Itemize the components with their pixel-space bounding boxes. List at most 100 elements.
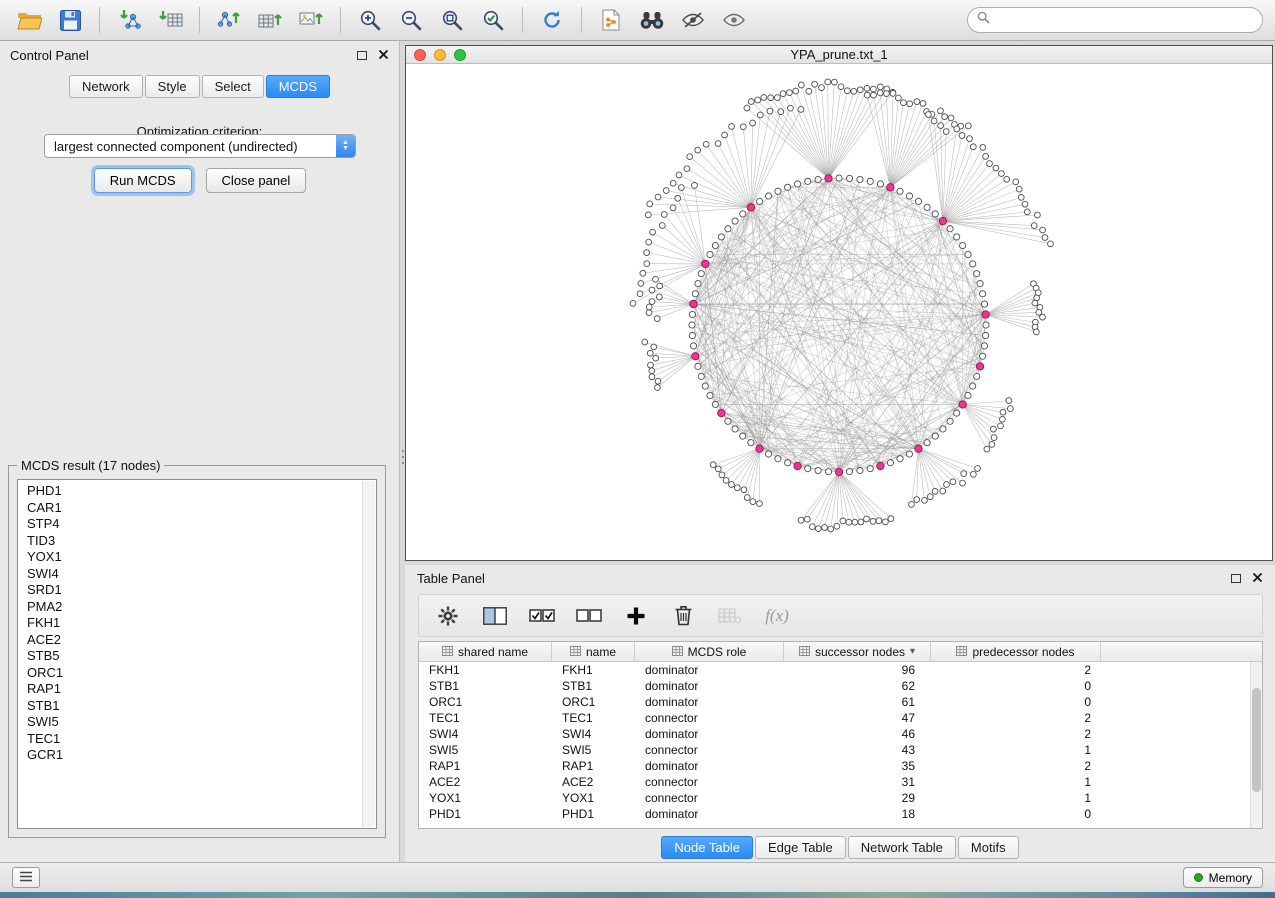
zoom-selected-button[interactable] (474, 3, 512, 37)
column-menu-arrow-icon[interactable]: ▾ (910, 646, 915, 657)
mcds-result-item[interactable]: RAP1 (27, 681, 376, 698)
mcds-result-item[interactable]: ORC1 (27, 665, 376, 682)
add-column-button[interactable] (621, 601, 651, 631)
column-header[interactable]: MCDS role ▾ (635, 642, 784, 661)
network-graph[interactable] (406, 65, 1272, 560)
status-menu-button[interactable] (12, 867, 40, 888)
mcds-result-item[interactable]: SRD1 (27, 582, 376, 599)
unchecked-boxes-icon (576, 606, 602, 626)
table-row[interactable]: ACE2 ACE2 connector 31 1 (419, 774, 1250, 790)
control-panel-tab[interactable]: Network (69, 75, 143, 98)
delete-column-button[interactable] (668, 601, 698, 631)
table-row[interactable]: RAP1 RAP1 dominator 35 2 (419, 758, 1250, 774)
control-panel-tab[interactable]: MCDS (266, 75, 330, 98)
result-list-scrollbar[interactable] (362, 481, 375, 827)
mcds-result-item[interactable]: STB1 (27, 698, 376, 715)
columns-icon (483, 607, 507, 625)
import-network-button[interactable] (110, 3, 148, 37)
show-columns-button[interactable] (480, 601, 510, 631)
table-scrollbar[interactable] (1250, 662, 1262, 828)
column-header[interactable]: name ▾ (552, 642, 635, 661)
column-header[interactable]: shared name ▾ (419, 642, 552, 661)
run-mcds-button[interactable]: Run MCDS (94, 168, 192, 193)
import-table-button[interactable] (151, 3, 189, 37)
mcds-result-item[interactable]: GCR1 (27, 747, 376, 764)
table-scrollbar-thumb[interactable] (1252, 688, 1261, 792)
criterion-select[interactable]: largest connected component (undirected)… (44, 134, 356, 158)
table-row[interactable]: STB1 STB1 dominator 62 0 (419, 678, 1250, 694)
zoom-fit-button[interactable] (433, 3, 471, 37)
control-panel-tab[interactable]: Select (202, 75, 264, 98)
refresh-view-button[interactable] (533, 3, 571, 37)
table-row[interactable]: ORC1 ORC1 dominator 61 0 (419, 694, 1250, 710)
table-panel-title: Table Panel (417, 571, 485, 586)
bird-eye-view-button[interactable] (715, 3, 753, 37)
binoculars-icon (639, 10, 665, 30)
export-table-button[interactable] (251, 3, 289, 37)
column-header[interactable]: predecessor nodes ▾ (931, 642, 1101, 661)
close-panel-icon[interactable] (378, 48, 389, 63)
table-row[interactable]: SWI5 SWI5 connector 43 1 (419, 742, 1250, 758)
graphics-details-button[interactable] (674, 3, 712, 37)
toolbar-separator (522, 7, 523, 33)
open-file-button[interactable] (10, 3, 48, 37)
maximize-window-icon[interactable] (454, 49, 466, 61)
mcds-result-item[interactable]: PHD1 (27, 483, 376, 500)
table-settings-button[interactable] (433, 601, 463, 631)
plus-icon (626, 606, 646, 626)
column-type-icon (672, 645, 683, 659)
table-row[interactable]: FKH1 FKH1 dominator 96 2 (419, 662, 1250, 678)
mcds-result-item[interactable]: STP4 (27, 516, 376, 533)
control-panel: Control Panel Network Style Select MCDS … (0, 41, 400, 862)
memory-button[interactable]: Memory (1183, 867, 1263, 888)
export-to-web-button[interactable] (592, 3, 630, 37)
select-all-rows-button[interactable] (527, 601, 557, 631)
zoom-out-button[interactable] (392, 3, 430, 37)
eye-icon (722, 11, 746, 29)
column-header[interactable]: successor nodes ▾ (784, 642, 931, 661)
table-row[interactable]: TEC1 TEC1 connector 47 2 (419, 710, 1250, 726)
save-session-button[interactable] (51, 3, 89, 37)
control-panel-title: Control Panel (10, 48, 89, 63)
mcds-result-item[interactable]: SWI4 (27, 566, 376, 583)
float-panel-icon[interactable] (1231, 574, 1241, 583)
deselect-all-rows-button[interactable] (574, 601, 604, 631)
close-window-icon[interactable] (414, 49, 426, 61)
find-button[interactable] (633, 3, 671, 37)
open-folder-icon (17, 10, 42, 30)
mcds-result-item[interactable]: PMA2 (27, 599, 376, 616)
table-row[interactable]: PHD1 PHD1 dominator 18 0 (419, 806, 1250, 822)
search-input[interactable] (996, 13, 1253, 28)
network-canvas[interactable] (406, 65, 1272, 560)
function-builder-button-disabled[interactable]: f(x) (762, 601, 792, 631)
control-panel-tab[interactable]: Style (145, 75, 200, 98)
table-row[interactable]: SWI4 SWI4 dominator 46 2 (419, 726, 1250, 742)
mcds-result-item[interactable]: STB5 (27, 648, 376, 665)
mcds-result-item[interactable]: TID3 (27, 533, 376, 550)
toolbar-separator (581, 7, 582, 33)
mcds-result-item[interactable]: YOX1 (27, 549, 376, 566)
mcds-result-item[interactable]: TEC1 (27, 731, 376, 748)
table-panel-tab[interactable]: Node Table (661, 836, 753, 859)
table-panel-tab[interactable]: Network Table (848, 836, 956, 859)
table-row[interactable]: YOX1 YOX1 connector 29 1 (419, 790, 1250, 806)
export-image-button[interactable] (292, 3, 330, 37)
minimize-window-icon[interactable] (434, 49, 446, 61)
delete-table-button-disabled[interactable] (715, 601, 745, 631)
table-toolbar: f(x) (418, 594, 1263, 637)
mcds-result-item[interactable]: ACE2 (27, 632, 376, 649)
mcds-result-item[interactable]: FKH1 (27, 615, 376, 632)
network-window-titlebar[interactable]: YPA_prune.txt_1 (406, 46, 1272, 64)
close-panel-icon[interactable] (1252, 571, 1263, 586)
delete-table-icon (718, 607, 742, 625)
search-box[interactable] (967, 7, 1263, 33)
mcds-result-item[interactable]: SWI5 (27, 714, 376, 731)
mcds-result-item[interactable]: CAR1 (27, 500, 376, 517)
table-panel-tab[interactable]: Edge Table (755, 836, 846, 859)
export-network-button[interactable] (210, 3, 248, 37)
float-panel-icon[interactable] (357, 51, 367, 60)
search-icon (977, 11, 990, 29)
table-panel-tab[interactable]: Motifs (958, 836, 1019, 859)
close-panel-button[interactable]: Close panel (206, 168, 307, 193)
zoom-in-button[interactable] (351, 3, 389, 37)
